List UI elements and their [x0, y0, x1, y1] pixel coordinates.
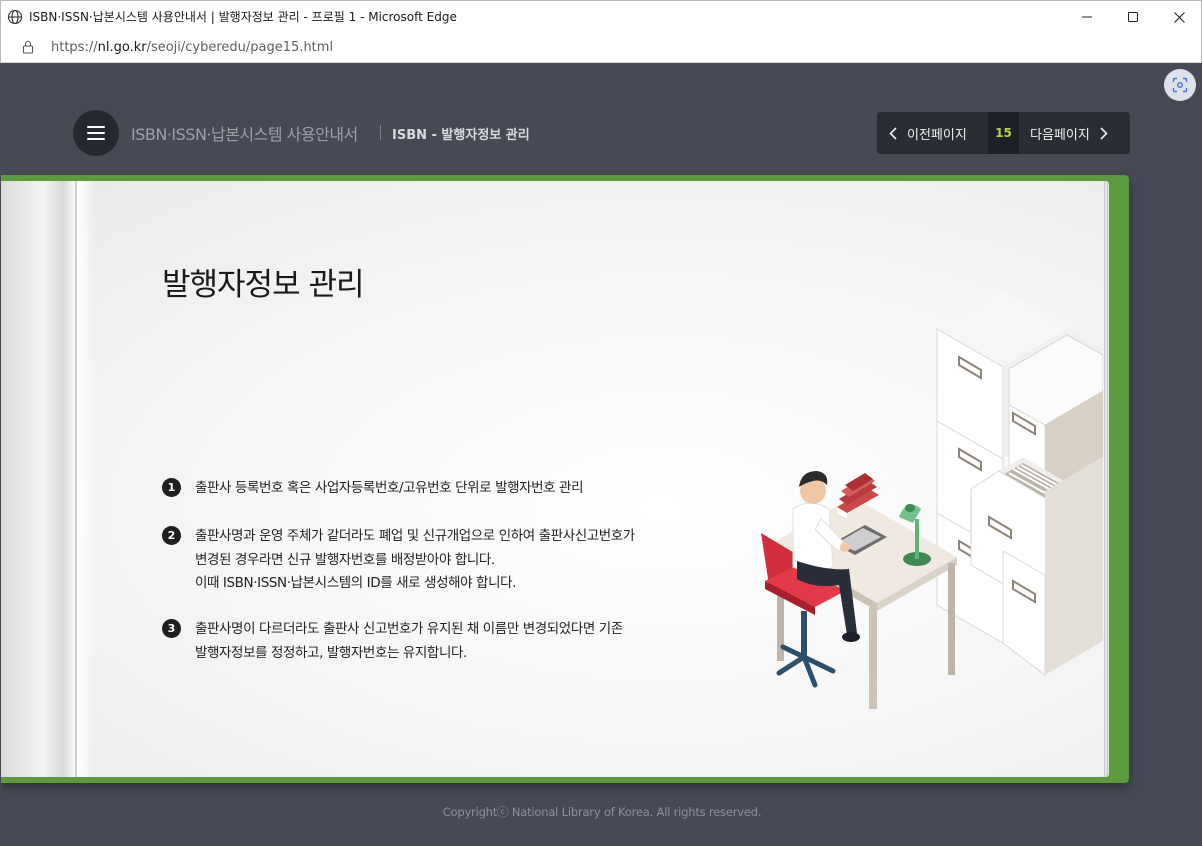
number-badge: 2 [162, 526, 181, 545]
hamburger-icon-bar [87, 126, 105, 128]
chevron-left-icon [889, 126, 897, 140]
list-item-line: 출판사명과 운영 주체가 같더라도 폐업 및 신규개업으로 인하여 출판사신고번… [195, 528, 635, 544]
screen-capture-icon [1172, 77, 1188, 93]
office-illustration [761, 291, 1103, 709]
site-title: ISBN·ISSN·납본시스템 사용안내서 [131, 125, 358, 144]
list-item: 3 출판사명이 다르더라도 출판사 신고번호가 유지된 채 이름만 변경되었다면… [162, 618, 623, 665]
visual-search-button[interactable] [1164, 69, 1196, 101]
chevron-right-icon [1100, 126, 1108, 140]
page-title: 발행자정보 관리 [162, 267, 364, 303]
prev-page-label: 이전페이지 [907, 127, 967, 143]
copyright-text: Copyrightⓒ National Library of Korea. Al… [442, 805, 762, 819]
next-page-button[interactable]: 다음페이지 [1019, 112, 1130, 154]
list-item-text: 출판사 등록번호 혹은 사업자등록번호/고유번호 단위로 발행자번호 관리 [195, 477, 584, 501]
list-item-line: 이때 ISBN·ISSN·납본시스템의 ID를 새로 생성해야 합니다. [195, 575, 516, 591]
lock-icon [22, 40, 34, 54]
current-page-number: 15 [988, 112, 1019, 154]
globe-icon [7, 9, 23, 24]
hamburger-icon-bar [87, 138, 105, 140]
list-item-line: 출판사명이 다르더라도 출판사 신고번호가 유지된 채 이름만 변경되었다면 기… [195, 621, 623, 637]
window-title: ISBN·ISSN·납본시스템 사용안내서 | 발행자정보 관리 - 프로필 1… [29, 10, 457, 24]
minimize-button[interactable] [1064, 1, 1110, 33]
url-host: nl.go.kr [97, 39, 147, 55]
minimize-icon [1082, 16, 1092, 18]
maximize-icon [1128, 12, 1138, 22]
book-spine-fold [75, 181, 77, 777]
prev-page-button[interactable]: 이전페이지 [877, 112, 988, 154]
list-item-text: 출판사명과 운영 주체가 같더라도 폐업 및 신규개업으로 인하여 출판사신고번… [195, 525, 635, 596]
maximize-button[interactable] [1110, 1, 1156, 33]
header-divider [380, 125, 381, 140]
list-item: 1 출판사 등록번호 혹은 사업자등록번호/고유번호 단위로 발행자번호 관리 [162, 477, 584, 501]
number-badge: 3 [162, 619, 181, 638]
window-titlebar: ISBN·ISSN·납본시스템 사용안내서 | 발행자정보 관리 - 프로필 1… [0, 0, 1202, 32]
hamburger-icon-bar [87, 132, 105, 134]
page-navigator: 이전페이지 15 다음페이지 [877, 112, 1130, 154]
number-badge: 1 [162, 478, 181, 497]
close-button[interactable] [1156, 1, 1202, 33]
list-item-line: 발행자정보를 정정하고, 발행자번호는 유지합니다. [195, 644, 467, 661]
list-item: 2 출판사명과 운영 주체가 같더라도 폐업 및 신규개업으로 인하여 출판사신… [162, 525, 635, 596]
address-bar[interactable]: https://nl.go.kr/seoji/cyberedu/page15.h… [0, 32, 1202, 63]
next-page-label: 다음페이지 [1030, 127, 1090, 143]
list-item-text: 출판사명이 다르더라도 출판사 신고번호가 유지된 채 이름만 변경되었다면 기… [195, 618, 623, 665]
url-text: https://nl.go.kr/seoji/cyberedu/page15.h… [51, 40, 333, 55]
list-item-line: 변경된 경우라면 신규 발행자번호를 배정받아야 합니다. [195, 551, 495, 568]
url-prefix: https:// [51, 39, 98, 55]
book-spine [1, 181, 96, 777]
url-path: /seoji/cyberedu/page15.html [146, 39, 334, 55]
menu-button[interactable] [73, 110, 119, 156]
list-item-line: 출판사 등록번호 혹은 사업자등록번호/고유번호 단위로 발행자번호 관리 [195, 480, 584, 496]
page-viewport: ISBN·ISSN·납본시스템 사용안내서 ISBN - 발행자정보 관리 이전… [1, 63, 1201, 845]
section-title: ISBN - 발행자정보 관리 [392, 128, 530, 143]
close-icon [1173, 11, 1185, 23]
